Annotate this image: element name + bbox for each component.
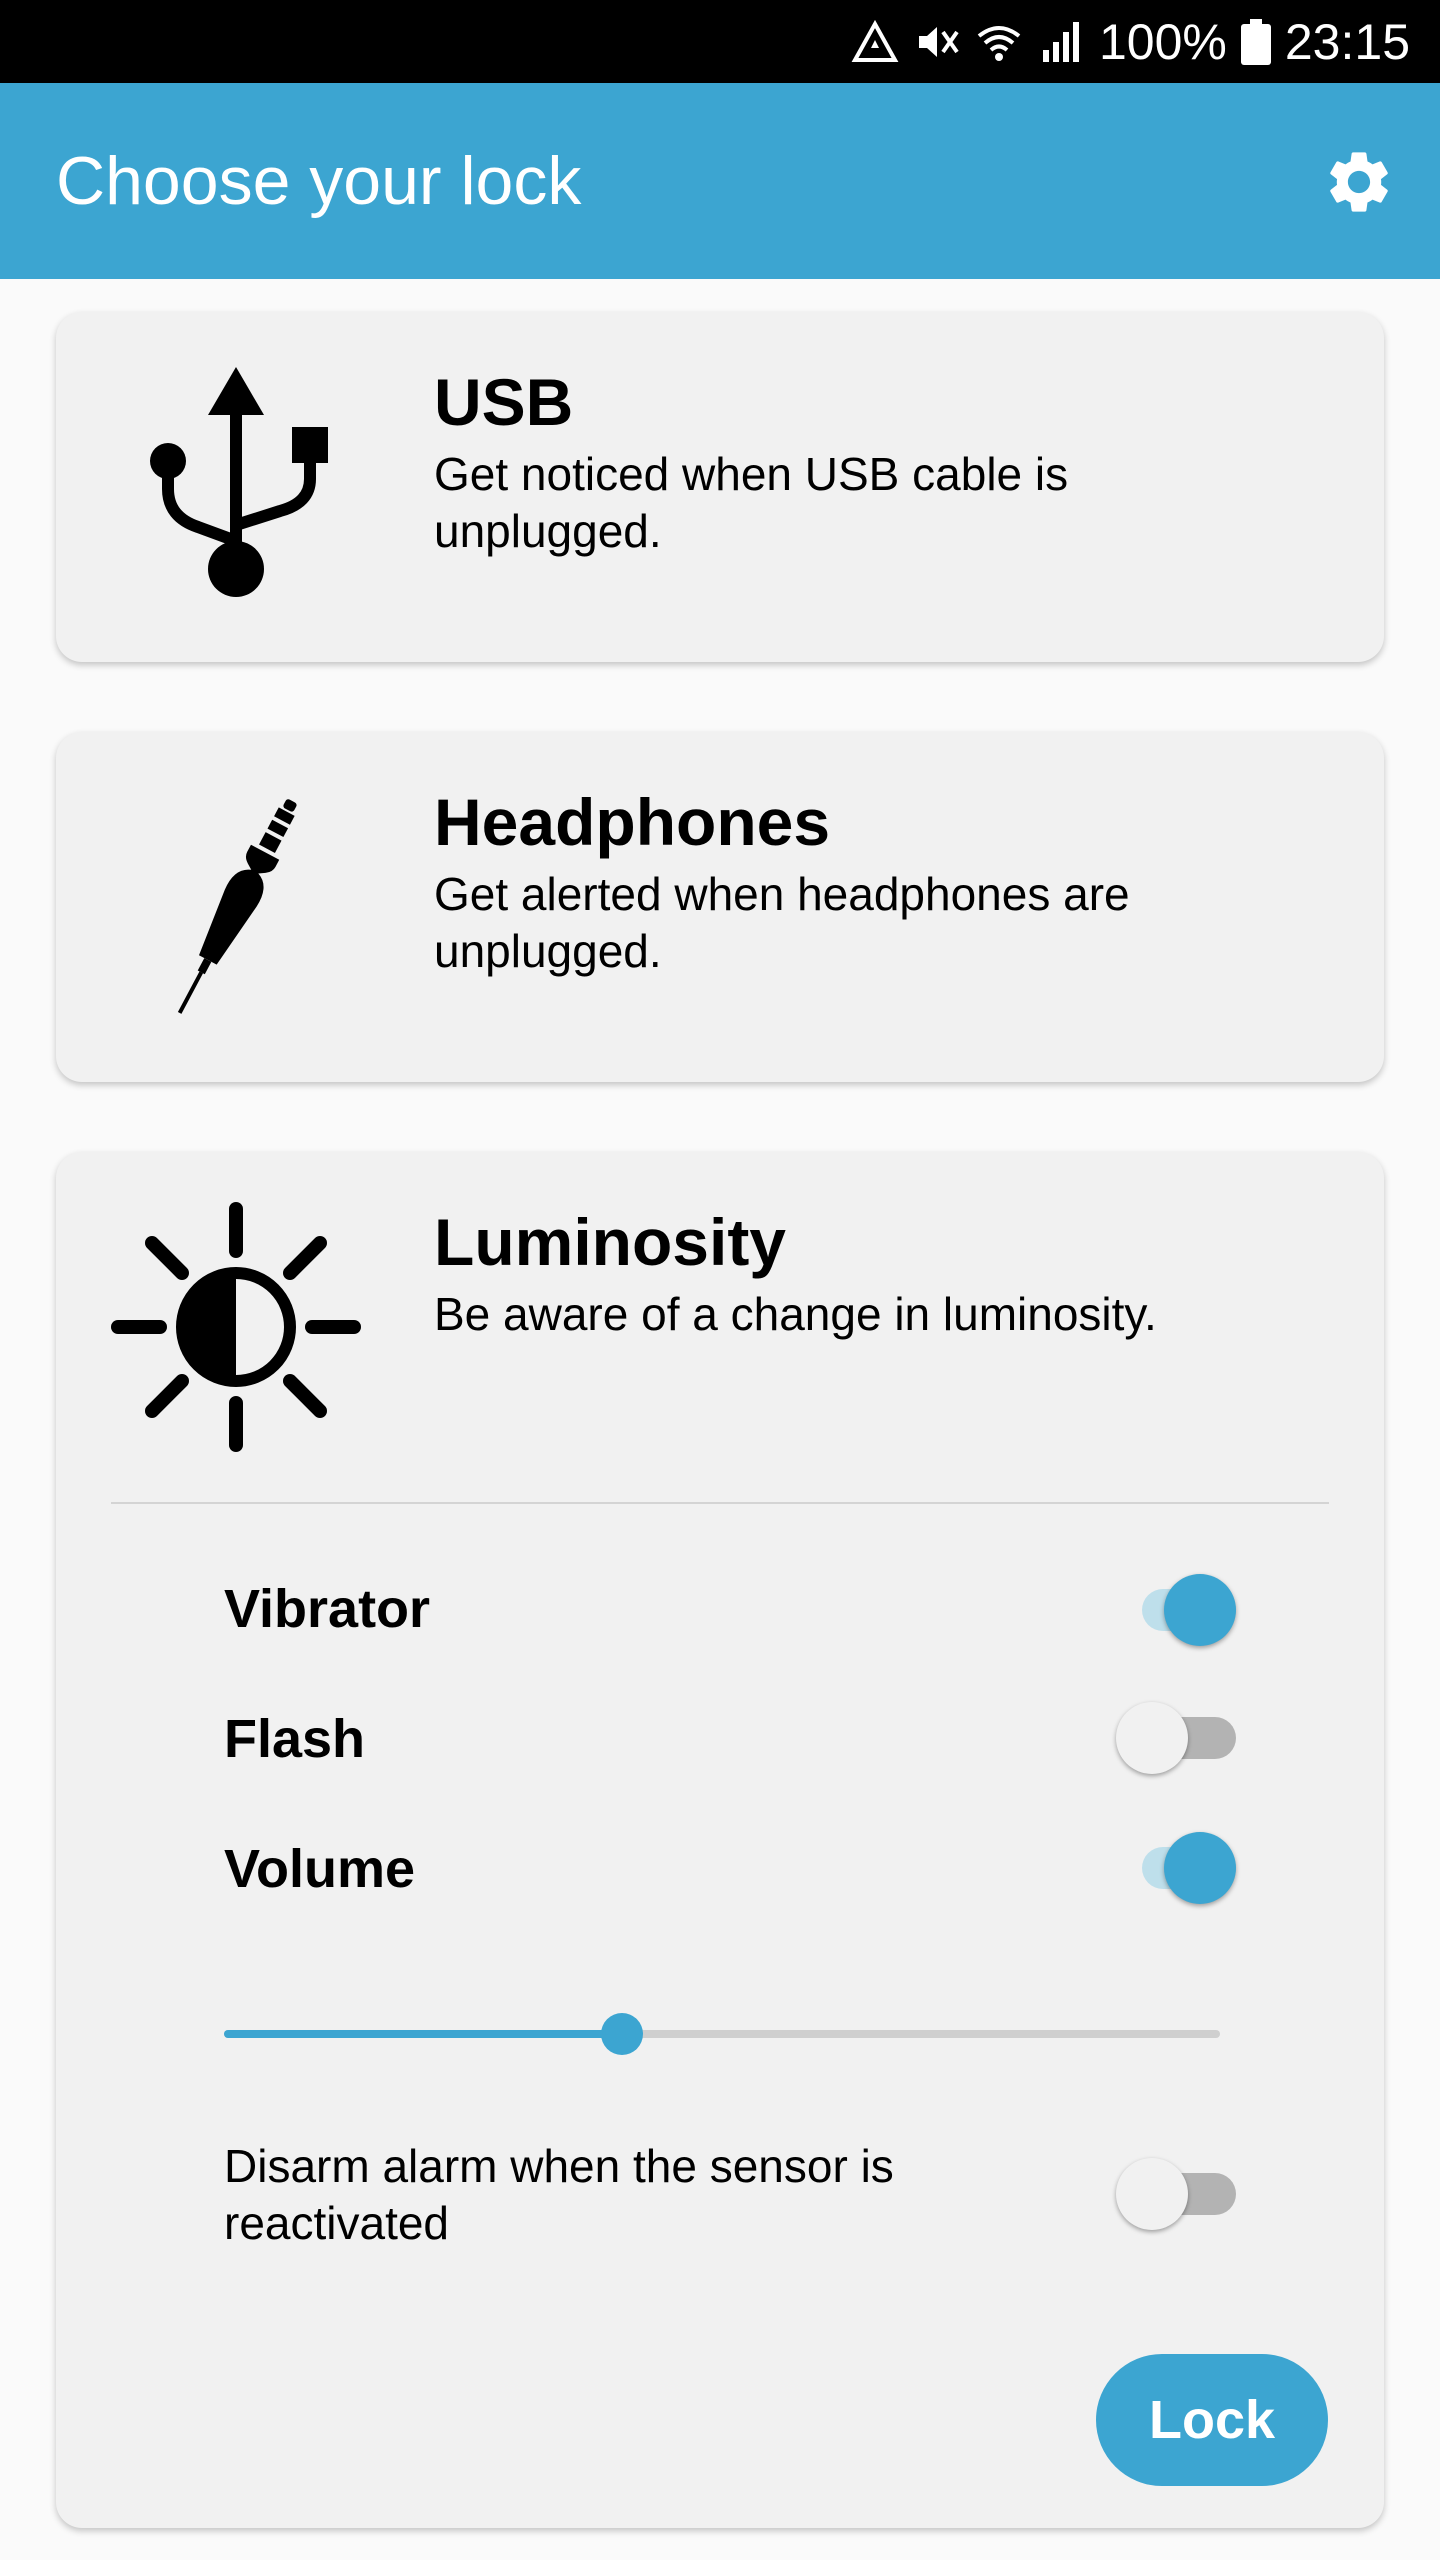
toggle-thumb <box>1164 1832 1236 1904</box>
settings-button[interactable] <box>1322 145 1396 219</box>
card-description: Get noticed when USB cable is unplugged. <box>434 448 1069 557</box>
slider-fill <box>224 2030 623 2038</box>
gear-icon <box>1330 152 1388 212</box>
volume-label: Volume <box>224 1839 416 1899</box>
clock: 23:15 <box>1284 13 1410 70</box>
card-title: Headphones <box>434 785 831 859</box>
volume-toggle[interactable] <box>1116 1828 1236 1908</box>
toggle-thumb <box>1116 1702 1188 1774</box>
volume-slider[interactable] <box>224 2004 1220 2064</box>
disarm-toggle[interactable] <box>1116 2154 1236 2234</box>
flash-label: Flash <box>224 1709 366 1769</box>
card-description: Be aware of a change in luminosity. <box>434 1288 1157 1340</box>
toggle-thumb <box>1164 1574 1236 1646</box>
alert-triangle-icon <box>851 18 899 66</box>
wifi-icon <box>975 18 1023 66</box>
card-title: Luminosity <box>434 1205 787 1279</box>
lock-button[interactable]: Lock <box>1096 2354 1328 2486</box>
battery-icon <box>1240 18 1271 65</box>
card-title: USB <box>434 365 574 439</box>
luminosity-lock-card[interactable]: Luminosity Be aware of a change in lumin… <box>56 1152 1384 2528</box>
flash-toggle[interactable] <box>1116 1698 1236 1778</box>
disarm-label: Disarm alarm when the sensor is reactiva… <box>224 2140 894 2249</box>
divider <box>111 1502 1329 1504</box>
battery-percent: 100% <box>1098 13 1227 70</box>
usb-lock-card[interactable]: USB Get noticed when USB cable is unplug… <box>56 312 1384 662</box>
brightness-icon <box>106 1197 366 1457</box>
vibrator-toggle[interactable] <box>1116 1570 1236 1650</box>
toggle-thumb <box>1116 2158 1188 2230</box>
app-bar: Choose your lock <box>0 83 1440 279</box>
card-description: Get alerted when headphones are unplugge… <box>434 868 1130 977</box>
mute-icon <box>913 18 961 66</box>
headphone-jack-icon <box>106 777 366 1037</box>
headphones-lock-card[interactable]: Headphones Get alerted when headphones a… <box>56 732 1384 1082</box>
page-title: Choose your lock <box>56 143 582 219</box>
status-bar: 100% 23:15 <box>0 0 1440 83</box>
slider-knob[interactable] <box>601 2013 644 2055</box>
signal-icon <box>1037 18 1085 66</box>
usb-icon <box>106 357 366 617</box>
vibrator-label: Vibrator <box>224 1579 431 1639</box>
status-bar-right: 100% 23:15 <box>851 0 1410 83</box>
